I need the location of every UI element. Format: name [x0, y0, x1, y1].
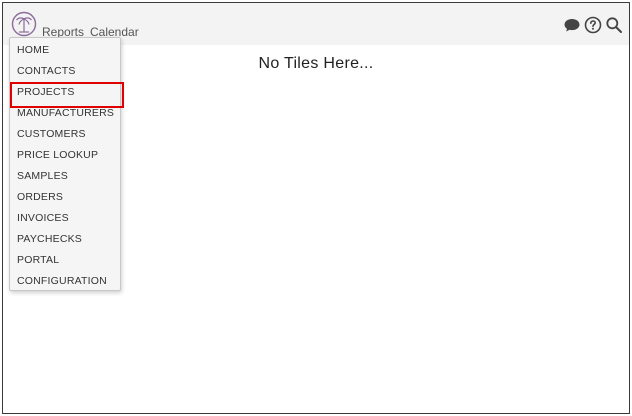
chat-icon[interactable]	[563, 16, 581, 34]
menu-item-configuration[interactable]: CONFIGURATION	[10, 271, 120, 292]
main-dropdown-menu: HOME CONTACTS PROJECTS MANUFACTURERS CUS…	[9, 37, 124, 292]
header-icon-group	[563, 16, 623, 34]
menu-item-samples[interactable]: SAMPLES	[10, 166, 120, 187]
menu-item-price-lookup[interactable]: PRICE LOOKUP	[10, 145, 120, 166]
menu-item-customers[interactable]: CUSTOMERS	[10, 124, 120, 145]
app-window: Reports Calendar No Tiles Here... HOME C…	[2, 2, 630, 414]
menu-item-invoices[interactable]: INVOICES	[10, 208, 120, 229]
palm-tree-logo-icon[interactable]	[11, 11, 37, 37]
menu-item-projects[interactable]: PROJECTS	[10, 82, 124, 108]
menu-item-paychecks[interactable]: PAYCHECKS	[10, 229, 120, 250]
search-icon[interactable]	[605, 16, 623, 34]
menu-item-manufacturers[interactable]: MANUFACTURERS	[10, 103, 120, 124]
menu-item-contacts[interactable]: CONTACTS	[10, 61, 120, 82]
menu-item-home[interactable]: HOME	[10, 40, 120, 61]
help-icon[interactable]	[584, 16, 602, 34]
menu-item-orders[interactable]: ORDERS	[10, 187, 120, 208]
menu-item-portal[interactable]: PORTAL	[10, 250, 120, 271]
